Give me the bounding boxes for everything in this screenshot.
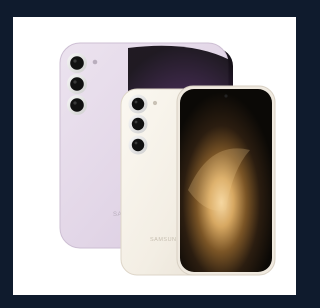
product-photo: SAMSUNG SAMSUNG xyxy=(59,42,276,276)
image-frame: SAMSUNG SAMSUNG xyxy=(0,0,308,308)
front-phone-screen-side xyxy=(176,85,276,276)
front-phone-punch-hole xyxy=(224,94,228,98)
